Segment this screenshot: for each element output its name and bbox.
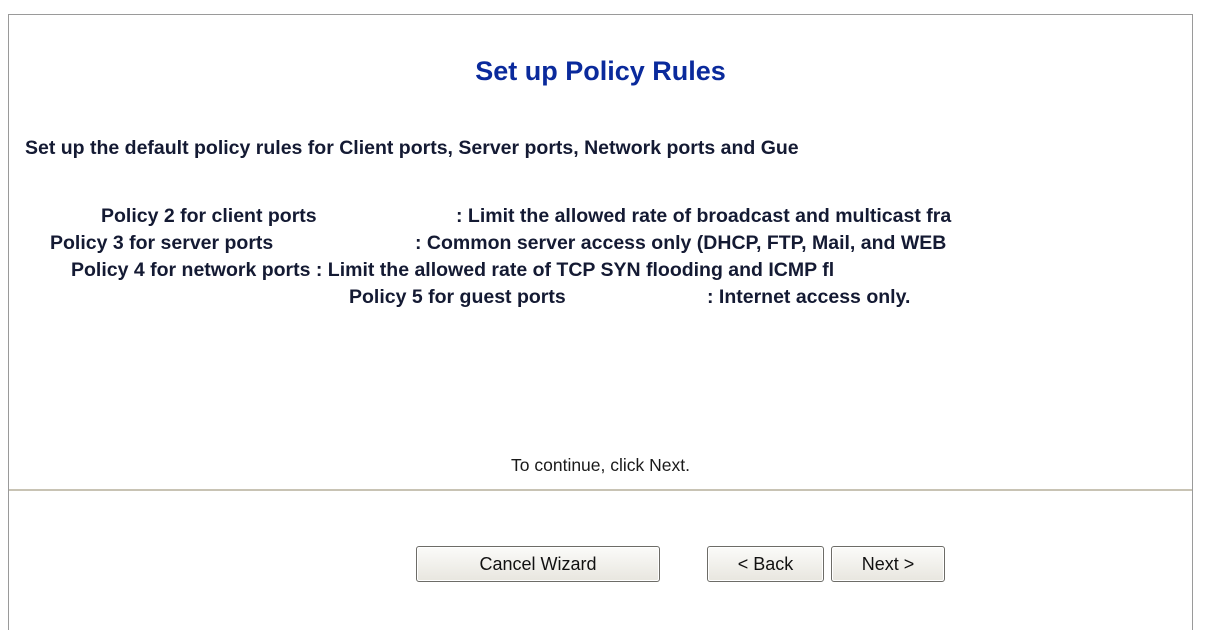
window-border-right [1192, 14, 1193, 630]
intro-text: Set up the default policy rules for Clie… [25, 137, 799, 159]
policy-4-description: : Limit the allowed rate of TCP SYN floo… [315, 259, 835, 281]
page-title: Set up Policy Rules [475, 56, 726, 86]
wizard-window: Set up Policy Rules Set up the default p… [0, 0, 1206, 630]
policy-5-row: Policy 5 for guest ports : Internet acces… [349, 284, 910, 310]
policy-3-label: Policy 3 for server ports [50, 232, 274, 254]
policy-4-label: Policy 4 for network ports [71, 259, 311, 281]
policy-2-row: Policy 2 for client ports : Limit the all… [101, 203, 951, 229]
next-button[interactable]: Next > [831, 546, 945, 582]
policy-2-label: Policy 2 for client ports [101, 205, 317, 227]
footer-divider [9, 489, 1192, 491]
continue-instruction: To continue, click Next. [511, 455, 690, 475]
cancel-wizard-button[interactable]: Cancel Wizard [416, 546, 660, 582]
wizard-content: Set up Policy Rules Set up the default p… [9, 15, 1192, 630]
policy-5-description: : Internet access only. [707, 286, 911, 308]
policy-2-description: : Limit the allowed rate of broadcast an… [456, 205, 952, 227]
policy-3-row: Policy 3 for server ports : Common server… [50, 230, 946, 256]
policy-3-description: : Common server access only (DHCP, FTP, … [415, 232, 947, 254]
policy-5-label: Policy 5 for guest ports [349, 286, 566, 308]
back-button[interactable]: < Back [707, 546, 824, 582]
policy-4-row: Policy 4 for network ports : Limit the a… [71, 257, 834, 283]
